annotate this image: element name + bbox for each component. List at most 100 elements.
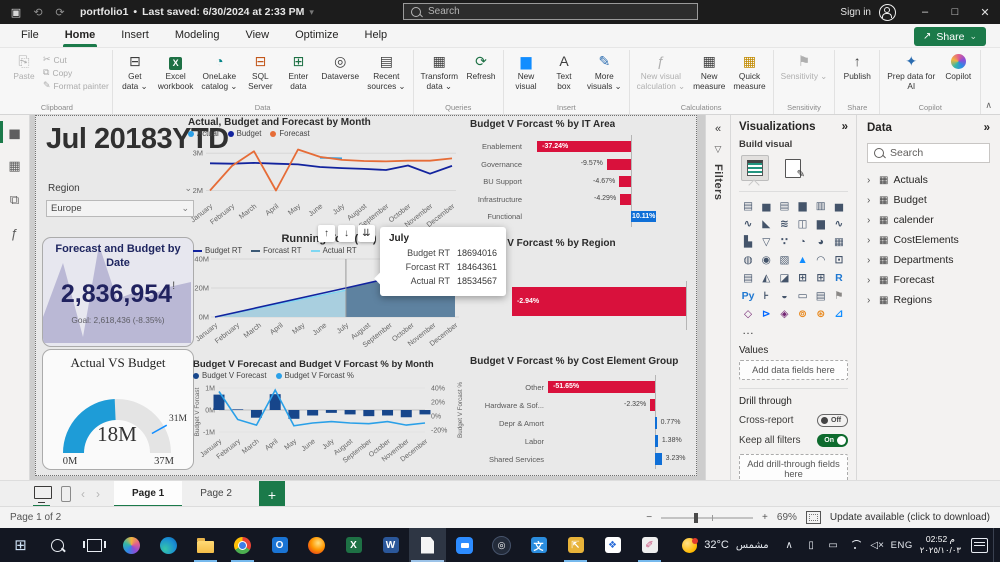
fit-to-page-icon[interactable]	[805, 511, 821, 524]
copy-button[interactable]: ⧉ Copy	[43, 67, 109, 78]
format-painter-button[interactable]: ✎ Format painter	[43, 80, 109, 91]
bar[interactable]	[655, 453, 662, 465]
gauge-plot[interactable]: 31M 18M 0M 37M	[43, 371, 191, 468]
data-search-box[interactable]: Search	[867, 143, 990, 163]
stacked-bar-chart-icon[interactable]: ▤	[739, 199, 757, 213]
bar[interactable]	[606, 158, 631, 170]
copilot-button[interactable]: Copilot	[939, 50, 977, 102]
ribbon-chart-icon[interactable]: ∿	[830, 217, 848, 231]
model-view-icon[interactable]: ⧉	[0, 189, 29, 211]
add-drill-through-well[interactable]: Add drill-through fields here	[739, 454, 848, 480]
slicer-header[interactable]: Region ⌄	[46, 181, 194, 196]
zoom-out-button[interactable]: −	[646, 512, 652, 523]
zoom-slider[interactable]	[661, 512, 754, 523]
recent-sources-button[interactable]: ▤ Recent sources ⌄	[363, 50, 409, 102]
tab-help[interactable]: Help	[352, 25, 401, 47]
filters-pane-title[interactable]: Filters	[712, 164, 724, 201]
redo-icon[interactable]: ⟳	[52, 6, 68, 19]
expand-filters-icon[interactable]: «	[715, 123, 721, 135]
slicer-icon[interactable]: ◪	[775, 271, 793, 285]
scorecard-icon[interactable]: ◈	[775, 307, 793, 321]
next-page-icon[interactable]: ›	[95, 487, 101, 501]
close-button[interactable]: ✕	[970, 0, 1000, 24]
clustered-bar-chart-icon[interactable]: ▤	[775, 199, 793, 213]
word-icon[interactable]: W	[372, 528, 409, 562]
field-table-departments[interactable]: › ▦ Departments	[867, 254, 990, 266]
azure-map-icon[interactable]: ▲	[793, 253, 811, 267]
transform-data-button[interactable]: ▦ Transform data ⌄	[417, 50, 463, 102]
field-table-actuals[interactable]: › ▦ Actuals	[867, 174, 990, 186]
zoom-slider-thumb[interactable]	[694, 512, 699, 523]
cut-button[interactable]: ✂ Cut	[43, 54, 109, 65]
paint-icon[interactable]: ✐	[631, 528, 668, 562]
pct-stacked-column-chart-icon[interactable]: ▅	[830, 199, 848, 213]
line-chart-icon[interactable]: ∿	[739, 217, 757, 231]
pct-stacked-bar-chart-icon[interactable]: ▥	[812, 199, 830, 213]
power-apps-icon[interactable]: ◇	[739, 307, 757, 321]
decomposition-tree-icon[interactable]: ⊦	[757, 289, 775, 303]
monthly-line-plot[interactable]: 2M3MJanuaryFebruary March April May June July…	[188, 138, 462, 232]
excel-icon[interactable]: X	[335, 528, 372, 562]
stacked-area-chart-icon[interactable]: ≋	[775, 217, 793, 231]
line-stacked-column-chart-icon[interactable]: ◫	[793, 217, 811, 231]
scatter-chart-icon[interactable]: ∵	[775, 235, 793, 249]
weather-widget[interactable]: 32°C مشمس	[672, 537, 778, 553]
chrome-icon[interactable]	[224, 528, 261, 562]
tray-expand-icon[interactable]: ∧	[779, 528, 800, 562]
field-table-forecast[interactable]: › ▦ Forecast	[867, 274, 990, 286]
expand-all-icon[interactable]: ⇊	[358, 225, 375, 242]
chevron-right-icon[interactable]: ›	[867, 295, 874, 306]
show-desktop-button[interactable]	[993, 528, 998, 562]
area-chart-icon[interactable]: ◣	[757, 217, 775, 231]
clustered-column-chart-icon[interactable]: ▆	[793, 199, 811, 213]
visual-budget-v-forcast-it-area[interactable]: Budget V Forcast % by IT Area Enablement…	[468, 117, 696, 230]
maximize-button[interactable]: □	[940, 0, 970, 24]
arcgis-map-icon[interactable]: ⊛	[812, 307, 830, 321]
excel-workbook-button[interactable]: X Excel workbook	[154, 50, 198, 102]
bar[interactable]	[620, 193, 631, 205]
filled-map-icon[interactable]: ◉	[757, 253, 775, 267]
powerbi-doc-icon[interactable]	[409, 528, 446, 562]
treemap-icon[interactable]: ▦	[830, 235, 848, 249]
line-clustered-column-chart-icon[interactable]: ▆	[812, 217, 830, 231]
report-view-icon[interactable]: ▅	[0, 121, 29, 143]
visual-gauge-actual-vs-budget[interactable]: Actual VS Budget 31M 18M 0M 37M	[42, 349, 194, 470]
file-explorer-icon[interactable]	[187, 528, 224, 562]
clock[interactable]: 02:52 م ٢٠٢٥/١٠/٠٣	[915, 534, 966, 556]
mobile-view-icon[interactable]	[61, 485, 71, 502]
more-visuals-button[interactable]: ✎ More visuals ⌄	[583, 50, 626, 102]
chevron-right-icon[interactable]: ›	[867, 255, 874, 266]
text-box-button[interactable]: A Text box	[545, 50, 583, 102]
bar[interactable]	[650, 399, 655, 411]
more-visual-icon[interactable]: ⊿	[830, 307, 848, 321]
minimize-button[interactable]: –	[910, 0, 940, 24]
collapse-ribbon-icon[interactable]: ∧	[985, 100, 992, 560]
shape-map-icon[interactable]: ▧	[775, 253, 793, 267]
app-circle-icon[interactable]: ◎	[483, 528, 520, 562]
dataverse-button[interactable]: ◎ Dataverse	[317, 50, 363, 102]
field-table-budget[interactable]: › ▦ Budget	[867, 194, 990, 206]
visual-combo-budget-v-forecast[interactable]: Budget V Forecast and Budget V Forcast %…	[193, 359, 467, 476]
funnel-chart-icon[interactable]: ▽	[757, 235, 775, 249]
multi-row-card-icon[interactable]: ▤	[739, 271, 757, 285]
search-box[interactable]: Search	[403, 3, 698, 20]
stacked-column-chart-icon[interactable]: ▅	[757, 199, 775, 213]
get-data-button[interactable]: ⊟ Get data ⌄	[116, 50, 154, 102]
snipping-icon[interactable]: ❖	[594, 528, 631, 562]
firefox-icon[interactable]	[298, 528, 335, 562]
tab-home[interactable]: Home	[52, 25, 109, 47]
tab-file[interactable]: File	[8, 25, 52, 47]
new-visual-button[interactable]: ▆ New visual	[507, 50, 545, 102]
smart-narrative-icon[interactable]: ▭	[793, 289, 811, 303]
battery-icon[interactable]: ▭	[823, 528, 844, 562]
bar[interactable]	[655, 417, 657, 429]
gauge-icon[interactable]: ◠	[812, 253, 830, 267]
edge-icon[interactable]	[150, 528, 187, 562]
pie-chart-icon[interactable]: ◔	[793, 235, 811, 249]
bar[interactable]	[655, 435, 658, 447]
page-tab-page-1[interactable]: Page 1	[114, 480, 183, 507]
prep-data-for-ai-button[interactable]: ✦ Prep data for AI	[883, 50, 939, 102]
prev-page-icon[interactable]: ‹	[80, 487, 86, 501]
python-visual-icon[interactable]: Py	[739, 289, 757, 303]
tab-modeling[interactable]: Modeling	[162, 25, 233, 47]
